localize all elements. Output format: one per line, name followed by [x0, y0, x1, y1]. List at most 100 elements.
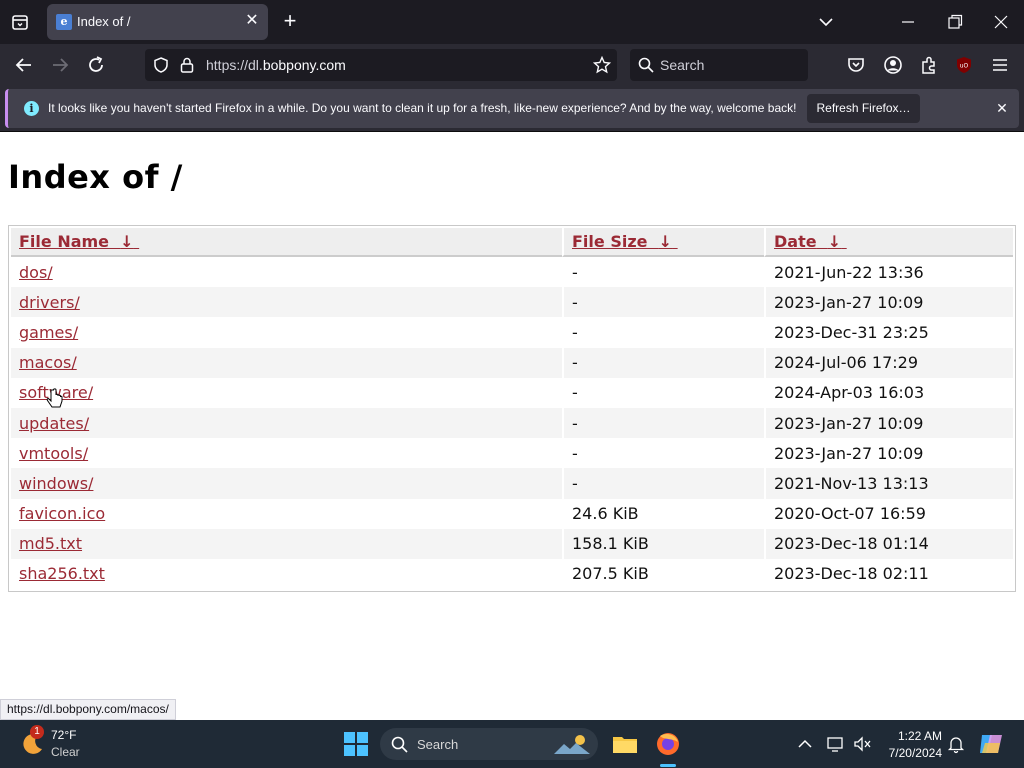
- volume-icon[interactable]: [852, 734, 872, 754]
- extensions-icon[interactable]: [918, 54, 940, 76]
- table-row: dos/ -2021-Jun-22 13:36: [11, 257, 1013, 288]
- refresh-firefox-button[interactable]: Refresh Firefox…: [807, 94, 920, 123]
- file-link[interactable]: vmtools/: [19, 444, 88, 463]
- file-size: -: [562, 438, 764, 469]
- search-placeholder: Search: [660, 57, 705, 73]
- file-date: 2024-Apr-03 16:03: [764, 377, 1013, 408]
- reload-icon[interactable]: [84, 53, 108, 77]
- file-date: 2023-Jan-27 10:09: [764, 407, 1013, 439]
- file-link[interactable]: drivers/: [19, 293, 80, 312]
- file-date: 2023-Jan-27 10:09: [764, 287, 1013, 318]
- bell-icon[interactable]: [946, 734, 966, 754]
- table-row: macos/ -2024-Jul-06 17:29: [11, 347, 1013, 378]
- page-title: Index of /: [8, 158, 183, 196]
- table-row: md5.txt 158.1 KiB 2023-Dec-18 01:14: [11, 528, 1013, 559]
- chevron-down-icon[interactable]: [816, 12, 836, 32]
- plus-icon[interactable]: +: [278, 10, 302, 34]
- column-header-size: File Size ↓: [562, 228, 764, 257]
- column-header-name: File Name ↓: [11, 228, 562, 257]
- url-bar[interactable]: https://dl.bobpony.com: [145, 49, 617, 81]
- account-icon[interactable]: [882, 54, 904, 76]
- search-icon: [391, 736, 408, 753]
- table-row: drivers/ -2023-Jan-27 10:09: [11, 287, 1013, 318]
- table-row: games/ -2023-Dec-31 23:25: [11, 317, 1013, 348]
- svg-text:uO: uO: [960, 63, 969, 70]
- tab-bar: e Index of / ✕ +: [0, 0, 1024, 44]
- close-icon[interactable]: ✕: [243, 12, 261, 30]
- star-icon[interactable]: [593, 56, 611, 74]
- file-link[interactable]: macos/: [19, 353, 77, 372]
- sort-by-date-link[interactable]: Date ↓: [774, 232, 847, 251]
- taskbar-search-label: Search: [417, 737, 459, 752]
- nav-bar: https://dl.bobpony.com Search uO: [0, 44, 1024, 86]
- file-link[interactable]: windows/: [19, 474, 93, 493]
- file-date: 2023-Dec-18 02:11: [764, 558, 1013, 590]
- column-header-date: Date ↓: [764, 228, 1013, 257]
- hand-cursor-icon: [46, 388, 63, 408]
- taskbar-search[interactable]: Search: [380, 728, 598, 760]
- table-header-row: File Name ↓ File Size ↓ Date ↓: [11, 228, 1013, 257]
- weather-condition: Clear: [51, 745, 80, 759]
- file-size: -: [562, 407, 764, 439]
- page-content: Index of / File Name ↓ File Size ↓ Date …: [0, 133, 1024, 699]
- table-row: updates/ -2023-Jan-27 10:09: [11, 407, 1013, 439]
- ublock-icon[interactable]: uO: [953, 54, 975, 76]
- table-row: windows/ -2021-Nov-13 13:13: [11, 468, 1013, 499]
- notification-message: It looks like you haven't started Firefo…: [48, 101, 797, 115]
- file-size: 158.1 KiB: [562, 528, 764, 559]
- file-date: 2024-Jul-06 17:29: [764, 347, 1013, 378]
- file-link[interactable]: sha256.txt: [19, 564, 105, 583]
- tab-index[interactable]: e Index of / ✕: [47, 4, 268, 40]
- shield-icon[interactable]: [152, 56, 170, 74]
- file-size: -: [562, 257, 764, 288]
- firefox-icon[interactable]: [652, 728, 684, 760]
- taskbar: 1 72°F Clear Search 1:22 AM 7/20/2024: [0, 720, 1024, 768]
- lock-icon[interactable]: [179, 56, 195, 74]
- sort-by-size-link[interactable]: File Size ↓: [572, 232, 678, 251]
- file-link[interactable]: games/: [19, 323, 78, 342]
- file-link[interactable]: dos/: [19, 263, 53, 282]
- close-window-icon[interactable]: [991, 12, 1011, 32]
- file-date: 2023-Jan-27 10:09: [764, 438, 1013, 469]
- file-link[interactable]: updates/: [19, 414, 89, 433]
- clock-time[interactable]: 1:22 AM: [884, 729, 942, 743]
- close-icon[interactable]: ✕: [993, 99, 1011, 117]
- file-date: 2023-Dec-18 01:14: [764, 528, 1013, 559]
- clock-date[interactable]: 7/20/2024: [876, 746, 942, 760]
- tab-title: Index of /: [77, 14, 131, 29]
- table-row: vmtools/ -2023-Jan-27 10:09: [11, 438, 1013, 469]
- search-icon: [638, 57, 654, 73]
- file-link[interactable]: md5.txt: [19, 534, 82, 553]
- notification-bar: i It looks like you haven't started Fire…: [0, 86, 1024, 132]
- search-highlight-icon: [554, 735, 590, 754]
- weather-badge: 1: [30, 725, 44, 739]
- ie-favicon-icon: e: [56, 14, 72, 30]
- chevron-up-icon[interactable]: [795, 734, 815, 754]
- file-size: -: [562, 287, 764, 318]
- back-icon[interactable]: [12, 53, 36, 77]
- file-explorer-icon[interactable]: [609, 728, 641, 760]
- windows-start-icon[interactable]: [343, 731, 369, 757]
- network-icon[interactable]: [826, 734, 846, 754]
- file-link[interactable]: favicon.ico: [19, 504, 105, 523]
- search-bar[interactable]: Search: [630, 49, 808, 81]
- url-text: https://dl.bobpony.com: [206, 57, 346, 73]
- notification-box: i It looks like you haven't started Fire…: [5, 89, 1019, 128]
- file-table: File Name ↓ File Size ↓ Date ↓ dos/-2021…: [11, 228, 1013, 590]
- restore-icon[interactable]: [945, 12, 965, 32]
- pocket-icon[interactable]: [845, 54, 867, 76]
- minimize-icon[interactable]: [898, 12, 918, 32]
- file-date: 2020-Oct-07 16:59: [764, 498, 1013, 529]
- file-size: -: [562, 377, 764, 408]
- forward-icon[interactable]: [48, 53, 72, 77]
- file-date: 2023-Dec-31 23:25: [764, 317, 1013, 348]
- weather-temp: 72°F: [51, 728, 77, 742]
- table-row: sha256.txt 207.5 KiB 2023-Dec-18 02:11: [11, 558, 1013, 590]
- file-listing: File Name ↓ File Size ↓ Date ↓ dos/-2021…: [8, 225, 1016, 592]
- file-date: 2021-Nov-13 13:13: [764, 468, 1013, 499]
- tab-list-icon[interactable]: [8, 10, 32, 34]
- sort-by-name-link[interactable]: File Name ↓: [19, 232, 139, 251]
- table-row: software/-2024-Apr-03 16:03: [11, 377, 1013, 408]
- copilot-icon[interactable]: [976, 729, 1006, 759]
- menu-icon[interactable]: [989, 54, 1011, 76]
